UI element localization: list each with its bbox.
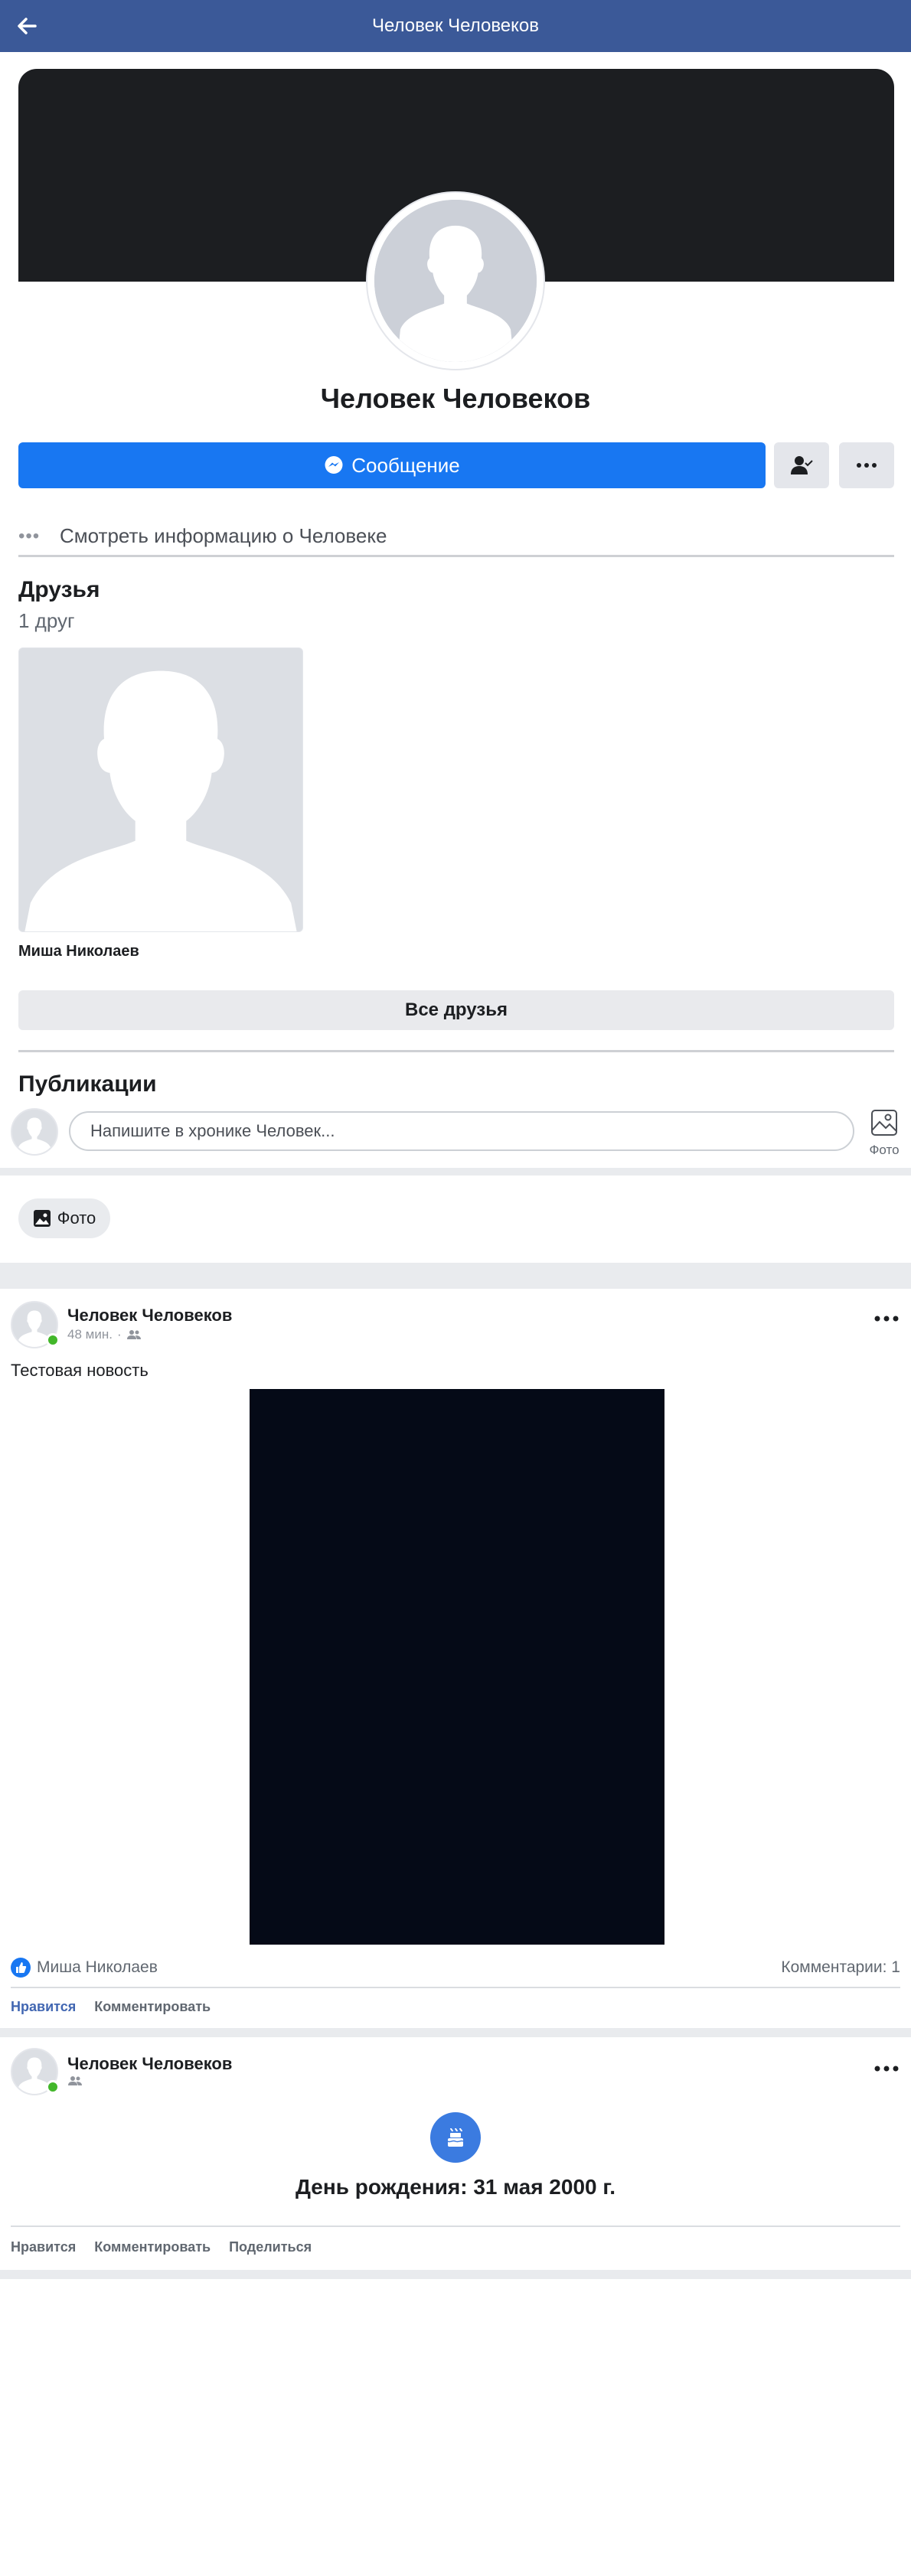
section-separator — [0, 1168, 911, 1176]
publications-title: Публикации — [18, 1071, 157, 1097]
thumb-up-icon — [11, 1958, 31, 1978]
post-reactions-row: Миша Николаев Комментарии: 1 — [11, 1956, 900, 1979]
composer-photo-label: Фото — [869, 1143, 900, 1157]
comment-button[interactable]: Комментировать — [94, 1999, 211, 2015]
post-author-name[interactable]: Человек Человеков — [67, 2054, 232, 2074]
post-meta — [67, 2075, 83, 2086]
divider — [11, 1987, 900, 1988]
friends-title: Друзья — [18, 577, 100, 602]
default-avatar-icon — [12, 1110, 57, 1154]
default-avatar-icon — [374, 200, 537, 362]
more-dots-icon — [857, 463, 877, 468]
liked-by[interactable]: Миша Николаев — [37, 1958, 158, 1977]
post-time[interactable]: 48 мин. — [67, 1327, 113, 1342]
comment-button[interactable]: Комментировать — [94, 2239, 211, 2255]
comments-count[interactable]: Комментарии: 1 — [781, 1958, 900, 1977]
photo-filter-chip[interactable]: Фото — [18, 1198, 110, 1238]
photo-icon — [33, 1210, 51, 1227]
section-separator — [0, 1263, 911, 1289]
post-text: Тестовая новость — [11, 1361, 149, 1380]
composer-photo-button[interactable]: Фото — [865, 1108, 903, 1158]
divider — [18, 1050, 894, 1052]
more-dots-icon: ••• — [18, 525, 41, 546]
view-info-link[interactable]: ••• Смотреть информацию о Человеке — [18, 517, 894, 557]
share-button[interactable]: Поделиться — [229, 2239, 312, 2255]
friend-name[interactable]: Миша Николаев — [18, 943, 139, 960]
friends-count: 1 друг — [18, 609, 75, 632]
friend-status-button[interactable] — [774, 442, 829, 488]
messenger-icon — [325, 456, 343, 474]
post-actions: Нравится Комментировать — [11, 1999, 229, 2015]
section-separator — [0, 2028, 911, 2037]
divider — [11, 2225, 900, 2227]
message-button[interactable]: Сообщение — [18, 442, 766, 488]
online-indicator — [46, 1333, 60, 1347]
all-friends-button[interactable]: Все друзья — [18, 990, 894, 1030]
like-button[interactable]: Нравится — [11, 1999, 76, 2015]
default-avatar-icon — [19, 648, 302, 931]
more-options-button[interactable] — [839, 442, 894, 488]
like-button[interactable]: Нравится — [11, 2239, 76, 2255]
online-indicator — [46, 2080, 60, 2094]
profile-avatar[interactable] — [367, 193, 544, 369]
composer-input[interactable]: Напишите в хронике Человек... — [69, 1111, 854, 1151]
message-button-label: Сообщение — [351, 453, 460, 477]
friends-audience-icon[interactable] — [126, 1329, 142, 1340]
profile-name: Человек Человеков — [320, 383, 591, 414]
friends-audience-icon[interactable] — [67, 2075, 83, 2086]
birthday-cake-icon — [430, 2112, 481, 2163]
post-more-icon[interactable] — [873, 2061, 900, 2076]
section-separator — [0, 2270, 911, 2279]
post-meta: 48 мин. · — [67, 1327, 142, 1342]
friend-card[interactable] — [18, 647, 303, 932]
composer-avatar — [11, 1108, 58, 1156]
top-bar: Человек Человеков — [0, 0, 911, 52]
friend-check-icon — [791, 456, 813, 474]
photo-filter-label: Фото — [57, 1208, 96, 1228]
photo-icon — [871, 1110, 897, 1136]
page-title: Человек Человеков — [371, 15, 540, 36]
post-image[interactable] — [250, 1389, 664, 1945]
post-actions: Нравится Комментировать Поделиться — [11, 2239, 330, 2255]
post-author-name[interactable]: Человек Человеков — [67, 1306, 232, 1325]
view-info-label: Смотреть информацию о Человеке — [60, 524, 387, 547]
birthday-event-text: День рождения: 31 мая 2000 г. — [295, 2175, 616, 2199]
post-more-icon[interactable] — [873, 1311, 900, 1326]
